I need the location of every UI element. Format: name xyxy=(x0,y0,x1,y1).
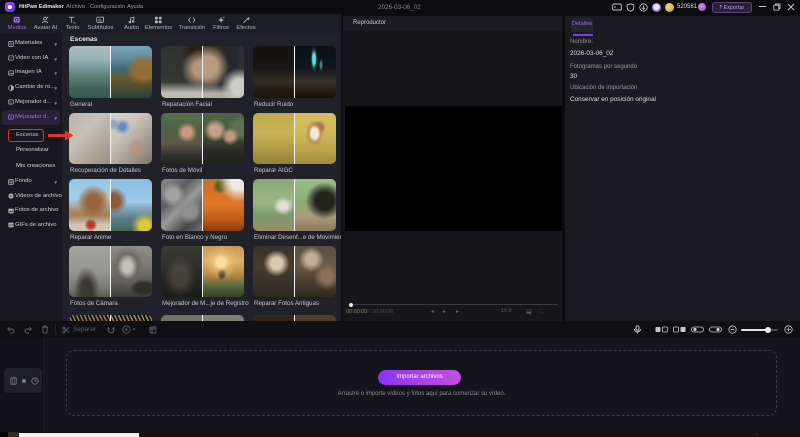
svg-text:GIF: GIF xyxy=(9,223,14,227)
